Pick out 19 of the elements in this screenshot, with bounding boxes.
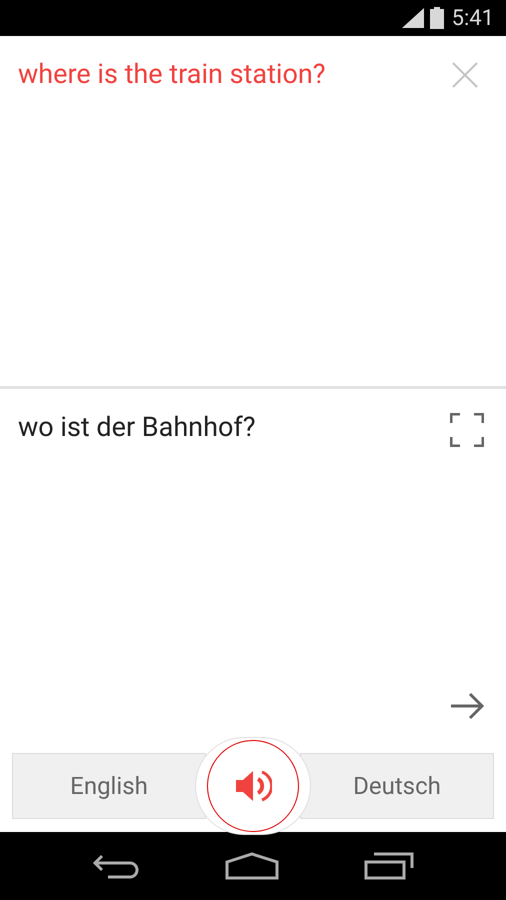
back-icon bbox=[92, 853, 140, 879]
clock-time: 5:41 bbox=[452, 4, 494, 32]
arrow-right-icon bbox=[450, 692, 484, 720]
home-button[interactable] bbox=[224, 852, 279, 880]
back-button[interactable] bbox=[92, 853, 140, 879]
speak-button[interactable] bbox=[207, 740, 299, 832]
source-text: where is the train station? bbox=[18, 57, 326, 92]
fullscreen-button[interactable] bbox=[450, 413, 484, 447]
language-button[interactable]: English bbox=[12, 753, 206, 819]
close-icon bbox=[452, 62, 478, 88]
home-icon bbox=[224, 852, 279, 880]
translation-text: wo ist der Bahnhof? bbox=[18, 410, 256, 445]
recent-apps-icon bbox=[364, 852, 414, 880]
fullscreen-icon bbox=[450, 413, 484, 447]
language-button[interactable]: Deutsch bbox=[300, 753, 494, 819]
battery-icon bbox=[430, 7, 444, 29]
signal-icon bbox=[402, 8, 424, 28]
forward-button[interactable] bbox=[450, 692, 484, 720]
recent-apps-button[interactable] bbox=[364, 852, 414, 880]
